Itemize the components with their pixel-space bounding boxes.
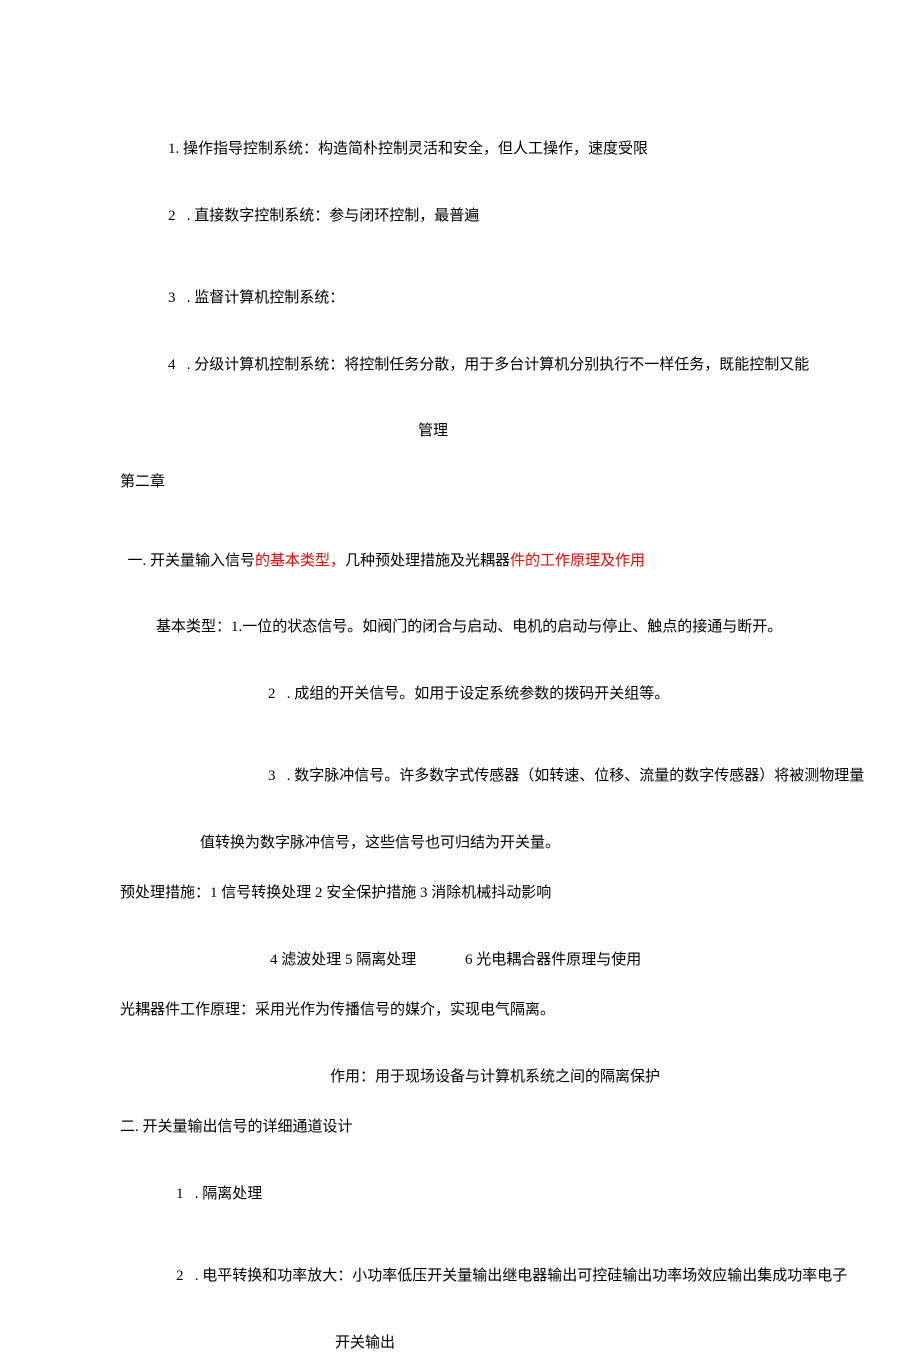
optocoupler-function: 作用：用于现场设备与计算机系统之间的隔离保护 [120,1066,880,1089]
output-item-2-cont: 开关输出 [120,1332,880,1354]
list-item-1: 1. 操作指导控制系统：构造简朴控制灵活和安全，但人工操作，速度受限 [120,138,880,161]
list-item-3: 3 . 监督计算机控制系统： [120,287,880,310]
section-1-red-a: 的基本类型， [255,553,345,569]
output-item-1: 1 . 隔离处理 [120,1183,880,1206]
output-item-2: 2 . 电平转换和功率放大：小功率低压开关量输出继电器输出可控硅输出功率场效应输… [120,1265,880,1288]
chapter-2-heading: 第二章 [120,471,880,494]
list-item-2: 2 . 直接数字控制系统：参与闭环控制，最普遍 [120,205,880,228]
section-1-part-b: 几种预处理措施及光耦器 [345,553,510,569]
section-1-red-b: 件的工作原理及作用 [510,553,645,569]
basic-type-2: 2 . 成组的开关信号。如用于设定系统参数的拨码开关组等。 [120,683,880,706]
preprocess-line-1: 预处理措施：1 信号转换处理 2 安全保护措施 3 消除机械抖动影响 [120,882,880,905]
optocoupler-principle: 光耦器件工作原理：采用光作为传播信号的媒介，实现电气隔离。 [120,999,880,1022]
list-item-4-cont: 管理 [120,420,880,443]
section-1-part-a: 一. 开关量输入信号 [128,553,256,569]
basic-type-3-cont: 值转换为数字脉冲信号，这些信号也可归结为开关量。 [120,832,880,855]
basic-type-1: 基本类型：1.一位的状态信号。如阀门的闭合与启动、电机的启动与停止、触点的接通与… [120,616,880,639]
basic-type-3: 3 . 数字脉冲信号。许多数字式传感器（如转速、位移、流量的数字传感器）将被测物… [120,765,880,788]
section-2-heading: 二. 开关量输出信号的详细通道设计 [120,1116,880,1139]
preprocess-line-2: 4 滤波处理 5 隔离处理 6 光电耦合器件原理与使用 [120,949,880,972]
section-1-heading: 一. 开关量输入信号的基本类型，几种预处理措施及光耦器件的工作原理及作用 [120,527,880,572]
list-item-4: 4 . 分级计算机控制系统：将控制任务分散，用于多台计算机分别执行不一样任务，既… [120,354,880,377]
